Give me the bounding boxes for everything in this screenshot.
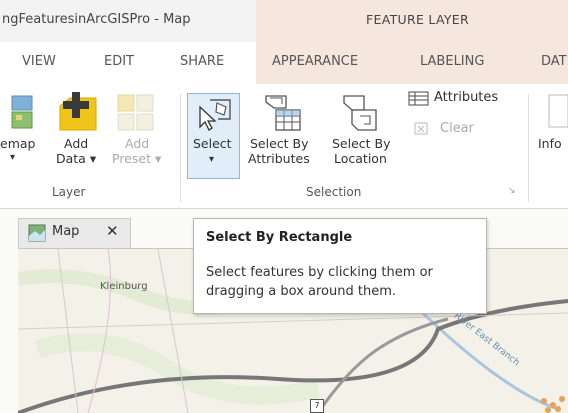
select-by-location-icon[interactable] [340,94,382,134]
tab-data[interactable]: DAT [541,54,567,69]
tab-labeling[interactable]: LABELING [420,54,484,69]
map-tab-label[interactable]: Map [52,224,79,239]
attributes-table-icon[interactable] [408,91,430,107]
add-data-icon[interactable] [58,90,98,134]
contextual-tab-feature-layer[interactable]: FEATURE LAYER [366,12,469,27]
selection-group-label: Selection [306,185,362,199]
add-data-label-2[interactable]: Data ▾ [56,151,96,167]
map-icon [28,224,46,242]
clear-button-label: Clear [440,121,474,136]
select-rectangle-icon[interactable] [196,97,234,133]
place-label: Kleinburg [100,281,148,292]
dialog-launcher-icon[interactable]: ↘ [508,186,516,196]
select-by-attributes-label-1[interactable]: Select By [250,136,309,152]
tab-edit[interactable]: EDIT [104,54,134,69]
tab-view[interactable]: VIEW [22,54,56,69]
layer-group-label: Layer [52,185,86,199]
select-by-location-label-2[interactable]: Location [334,151,387,167]
tab-share[interactable]: SHARE [180,54,224,69]
route-shield: 7 [310,399,324,413]
basemap-dropdown-arrow[interactable]: ▾ [10,150,15,166]
tab-appearance[interactable]: APPEARANCE [272,54,358,69]
info-button-label[interactable]: Info [538,136,562,152]
select-dropdown-arrow[interactable]: ▾ [209,152,214,168]
add-preset-label-2: Preset ▾ [112,151,162,166]
select-button-label[interactable]: Select [193,136,232,152]
tooltip-description: Select features by clicking them or drag… [206,265,433,299]
basemap-icon[interactable] [6,94,36,134]
window-title: ngFeaturesinArcGISPro - Map [2,12,191,27]
clear-selection-icon [414,122,428,135]
close-icon[interactable]: ✕ [106,222,119,240]
select-by-location-label-1[interactable]: Select By [332,136,391,152]
select-by-attributes-label-2[interactable]: Attributes [248,151,310,167]
group-separator [528,94,529,202]
select-by-attributes-icon[interactable] [262,94,304,134]
basemap-button-label[interactable]: emap [0,136,35,152]
group-separator [180,94,181,202]
add-preset-icon [117,94,154,131]
add-preset-label-1: Add [125,136,150,151]
info-icon[interactable] [547,91,568,131]
attributes-button-label[interactable]: Attributes [434,90,498,105]
add-data-label-1[interactable]: Add [64,136,88,152]
tooltip-title: Select By Rectangle [206,230,353,245]
